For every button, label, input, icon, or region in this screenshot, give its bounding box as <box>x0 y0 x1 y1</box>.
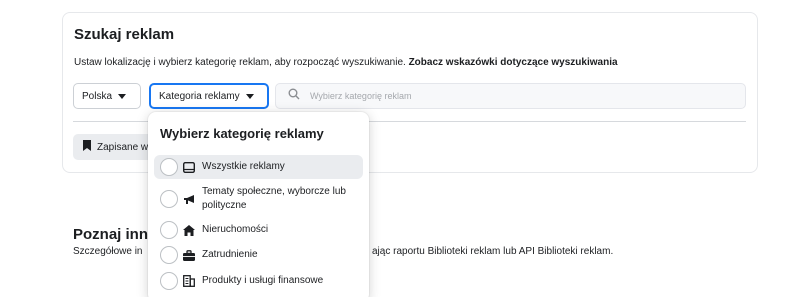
menu-item-label: Tematy społeczne, wyborcze lub polityczn… <box>202 186 346 211</box>
explore-section-description-end: ając raportu Biblioteki reklam lub API B… <box>372 246 614 257</box>
caret-down-icon <box>118 93 127 99</box>
menu-item-social-political[interactable]: Tematy społeczne, wyborcze lub polityczn… <box>154 183 363 215</box>
menu-item-label: Produkty i usługi finansowe <box>202 275 324 286</box>
briefcase-icon <box>182 248 196 262</box>
radio-button[interactable] <box>160 272 178 290</box>
menu-item-employment[interactable]: Zatrudnienie <box>154 244 363 266</box>
saved-searches-label: Zapisane w <box>97 141 149 153</box>
tablet-icon <box>182 160 196 174</box>
menu-item-label: Zatrudnienie <box>202 249 258 260</box>
search-ads-description: Ustaw lokalizację i wybierz kategorię re… <box>74 57 618 68</box>
menu-item-all-ads[interactable]: Wszystkie reklamy <box>154 155 363 179</box>
search-ads-title: Szukaj reklam <box>74 26 175 43</box>
radio-button[interactable] <box>160 190 178 208</box>
explore-section-description: Szczegółowe in <box>73 246 143 257</box>
search-icon <box>288 87 300 105</box>
radio-button[interactable] <box>160 221 178 239</box>
country-dropdown[interactable]: Polska <box>73 83 141 109</box>
search-ads-description-text: Ustaw lokalizację i wybierz kategorię re… <box>74 57 406 68</box>
caret-down-icon <box>245 93 254 99</box>
megaphone-icon <box>182 192 196 206</box>
ad-category-dropdown[interactable]: Kategoria reklamy <box>149 83 269 109</box>
explore-section-title: Poznaj inne <box>73 226 157 243</box>
menu-item-real-estate[interactable]: Nieruchomości <box>154 219 363 241</box>
country-value: Polska <box>82 90 113 102</box>
search-field[interactable] <box>275 83 746 109</box>
search-tips-link[interactable]: Zobacz wskazówki dotyczące wyszukiwania <box>409 57 618 68</box>
menu-item-label: Nieruchomości <box>202 224 269 235</box>
ad-category-menu: Wybierz kategorię reklamy Wszystkie rekl… <box>148 112 369 297</box>
ad-category-menu-title: Wybierz kategorię reklamy <box>160 126 324 141</box>
radio-button[interactable] <box>160 246 178 264</box>
radio-button[interactable] <box>160 158 178 176</box>
ad-category-value: Kategoria reklamy <box>159 90 240 102</box>
bank-icon <box>182 274 196 288</box>
bookmark-icon <box>83 140 91 154</box>
house-icon <box>182 223 196 237</box>
menu-item-label: Wszystkie reklamy <box>202 161 285 172</box>
search-input[interactable] <box>310 91 710 101</box>
menu-item-financial-products[interactable]: Produkty i usługi finansowe <box>154 270 363 292</box>
